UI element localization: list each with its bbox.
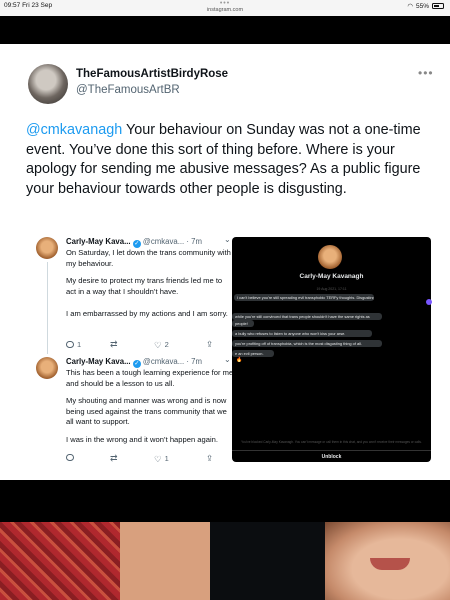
status-right: ◠ 55% <box>407 2 444 10</box>
status-bar: 09:57 Fri 23 Sep ••• instagram.com ◠ 55% <box>0 0 450 16</box>
reply-count: 1 <box>77 340 82 349</box>
tweet-header: Carly-May Kava... ✓ @cmkava... · 7m <box>66 357 202 368</box>
message-bubble: people! <box>232 320 254 328</box>
message-bubble: I can't believe you're still spreading e… <box>234 294 374 302</box>
tweet-paragraph: This has been a tough learning experienc… <box>66 368 234 388</box>
attached-image[interactable]: Carly-May Kava... ✓ @cmkava... · 7m ⌄ On… <box>28 233 431 471</box>
share-icon: ⇪ <box>206 453 214 463</box>
next-post-photo[interactable] <box>0 522 450 600</box>
like-count: 2 <box>164 340 169 349</box>
author-name: Carly-May Kava... <box>66 357 131 366</box>
tweet-header: Carly-May Kava... ✓ @cmkava... · 7m <box>66 237 202 248</box>
black-band-bottom <box>0 480 450 522</box>
fire-emoji: 🔥 <box>236 357 243 363</box>
unblock-button: Unblock <box>232 450 431 462</box>
reply-action <box>66 454 74 461</box>
message-bubble: while you're still convinced that trans … <box>232 313 382 321</box>
wifi-icon: ◠ <box>407 3 413 10</box>
message-bubble: you're profiting off of transphobia, whi… <box>232 340 382 348</box>
retweet-action: ⇄ <box>110 339 118 349</box>
tweet-paragraph: I was in the wrong and it won’t happen a… <box>66 435 218 444</box>
reply-action: 1 <box>66 340 81 349</box>
retweet-icon: ⇄ <box>110 339 118 349</box>
retweet-icon: ⇄ <box>110 453 118 463</box>
avatar <box>318 245 342 269</box>
verified-badge-icon: ✓ <box>132 360 141 368</box>
dm-contact-name: Carly-May Kavanagh <box>299 273 364 280</box>
author-name: Carly-May Kava... <box>66 237 131 246</box>
retweet-action: ⇄ <box>110 453 118 463</box>
address-bar[interactable]: instagram.com <box>0 7 450 13</box>
reply-icon <box>66 454 74 461</box>
handle[interactable]: @TheFamousArtBR <box>76 84 180 96</box>
like-count: 1 <box>164 454 169 463</box>
tweet-actions: ⇄ ♡ 1 ⇪ <box>66 454 226 466</box>
photo-region-mouth <box>370 558 410 570</box>
thread-line <box>46 262 48 354</box>
chevron-down-icon: ⌄ <box>224 235 231 244</box>
dm-screenshot: Carly-May Kavanagh 19 Aug 2021, 17:11 I … <box>232 237 431 462</box>
like-action: ♡ 1 <box>154 454 169 463</box>
share-action: ⇪ <box>206 339 214 349</box>
avatar[interactable] <box>28 64 68 104</box>
photo-region-dark <box>210 522 325 600</box>
tweet-actions: 1 ⇄ ♡ 2 ⇪ <box>66 340 226 352</box>
display-name[interactable]: TheFamousArtistBirdyRose <box>76 68 228 80</box>
dm-date: 19 Aug 2021, 17:11 <box>316 287 347 291</box>
tweet-paragraph: My desire to protect my trans friends le… <box>66 276 223 296</box>
black-band-top <box>0 16 450 44</box>
blocked-notice: You've blocked Carly-May Kavanagh. You c… <box>241 440 422 444</box>
tweet-paragraph: I am embarrassed by my actions and I am … <box>66 309 228 318</box>
avatar <box>36 357 58 379</box>
heart-icon: ♡ <box>154 453 162 464</box>
author-meta: @cmkava... · 7m <box>140 237 202 246</box>
verified-badge-icon: ✓ <box>132 240 141 248</box>
author-meta: @cmkava... · 7m <box>140 357 202 366</box>
embedded-tweet: Carly-May Kava... ✓ @cmkava... · 7m ⌄ Th… <box>28 355 234 471</box>
tweet-text: @cmkavanagh Your behaviour on Sunday was… <box>26 121 426 199</box>
share-icon: ⇪ <box>206 339 214 349</box>
more-options-icon[interactable]: ••• <box>418 66 434 80</box>
purple-dot-icon <box>426 299 432 305</box>
reply-icon <box>66 341 74 348</box>
heart-icon: ♡ <box>154 339 162 350</box>
chevron-down-icon: ⌄ <box>224 355 231 364</box>
message-bubble: a bully who refuses to listen to anyone … <box>232 330 372 338</box>
tweet-paragraph: On Saturday, I let down the trans commun… <box>66 248 231 268</box>
tweet-card: TheFamousArtistBirdyRose @TheFamousArtBR… <box>0 44 450 480</box>
embedded-tweet: Carly-May Kava... ✓ @cmkava... · 7m ⌄ On… <box>28 235 234 355</box>
embedded-tweets: Carly-May Kava... ✓ @cmkava... · 7m ⌄ On… <box>28 233 234 471</box>
photo-region-skin <box>120 522 210 600</box>
mention-link[interactable]: @cmkavanagh <box>26 122 122 138</box>
battery-percent: 55% <box>415 2 429 10</box>
photo-region-shirt <box>0 522 120 600</box>
tab-dots[interactable]: ••• <box>0 0 450 7</box>
avatar <box>36 237 58 259</box>
like-action: ♡ 2 <box>154 340 169 349</box>
battery-icon <box>432 3 444 9</box>
tweet-paragraph: My shouting and manner was wrong and is … <box>66 396 227 426</box>
share-action: ⇪ <box>206 453 214 463</box>
